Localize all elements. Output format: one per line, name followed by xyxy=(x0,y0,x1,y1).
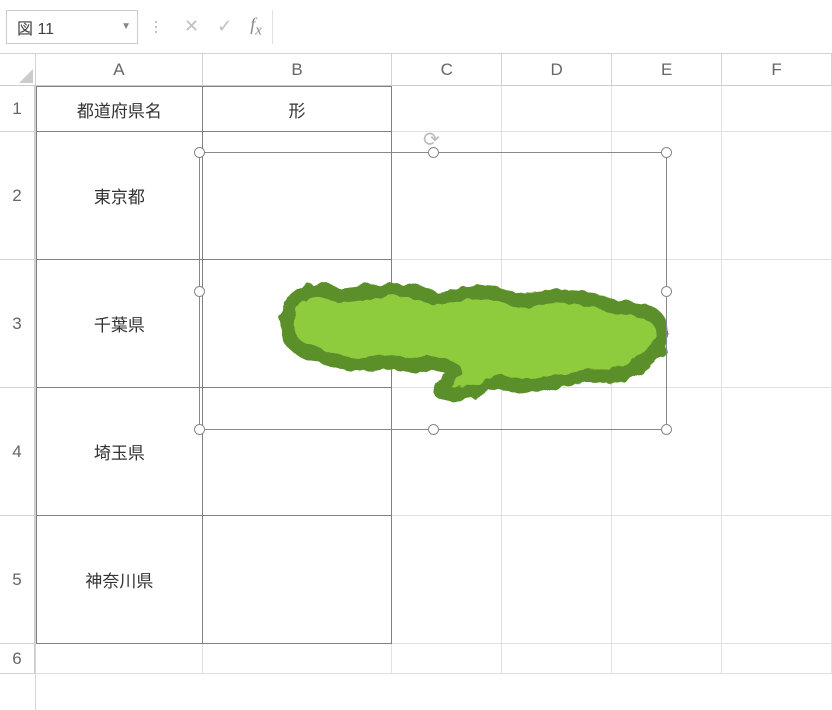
cell-b1[interactable]: 形 xyxy=(203,86,392,132)
chevron-down-icon[interactable]: ▼ xyxy=(121,21,131,32)
cell-b6[interactable] xyxy=(203,644,393,674)
select-all-corner[interactable] xyxy=(0,54,36,86)
formula-bar: 図 11 ▼ ✕ ✓ fx xyxy=(0,0,832,54)
col-header-f[interactable]: F xyxy=(722,54,832,86)
cell-e6[interactable] xyxy=(612,644,722,674)
cell-d2[interactable] xyxy=(502,132,612,260)
formula-input[interactable] xyxy=(272,10,832,44)
cell-d1[interactable] xyxy=(502,86,612,132)
name-box[interactable]: 図 11 ▼ xyxy=(6,10,138,44)
fx-icon[interactable]: fx xyxy=(250,14,262,40)
table-row: 神奈川県 xyxy=(36,516,832,644)
table-row xyxy=(36,644,832,674)
col-header-d[interactable]: D xyxy=(502,54,612,86)
cells-area[interactable]: 都道府県名 形 東京都 千葉県 埼玉県 xyxy=(36,86,832,710)
cell-f2[interactable] xyxy=(722,132,832,260)
row-header-5[interactable]: 5 xyxy=(0,516,35,644)
col-header-b[interactable]: B xyxy=(203,54,393,86)
row-header-2[interactable]: 2 xyxy=(0,132,35,260)
cell-a3[interactable]: 千葉県 xyxy=(36,260,203,388)
cell-e1[interactable] xyxy=(612,86,722,132)
cell-c5[interactable] xyxy=(392,516,502,644)
row-header-4[interactable]: 4 xyxy=(0,388,35,516)
table-row: 都道府県名 形 xyxy=(36,86,832,132)
row-header-6[interactable]: 6 xyxy=(0,644,35,674)
cell-b5[interactable] xyxy=(203,516,392,644)
cell-b2[interactable] xyxy=(203,132,392,260)
cell-f1[interactable] xyxy=(722,86,832,132)
column-headers: A B C D E F xyxy=(36,54,832,86)
divider-icon xyxy=(146,21,166,33)
cell-a5[interactable]: 神奈川県 xyxy=(36,516,203,644)
spreadsheet-grid: A B C D E F 1 2 3 4 5 6 都道府県名 形 東京都 xyxy=(0,54,832,710)
table-row: 東京都 xyxy=(36,132,832,260)
col-header-a[interactable]: A xyxy=(36,54,203,86)
cell-e5[interactable] xyxy=(612,516,722,644)
row-header-1[interactable]: 1 xyxy=(0,86,35,132)
cell-f4[interactable] xyxy=(722,388,832,516)
row-header-3[interactable]: 3 xyxy=(0,260,35,388)
cancel-icon: ✕ xyxy=(184,16,199,37)
cell-f3[interactable] xyxy=(722,260,832,388)
cell-a4[interactable]: 埼玉県 xyxy=(36,388,203,516)
col-header-c[interactable]: C xyxy=(392,54,502,86)
cell-c6[interactable] xyxy=(392,644,502,674)
cell-d6[interactable] xyxy=(502,644,612,674)
cell-f6[interactable] xyxy=(722,644,832,674)
col-header-e[interactable]: E xyxy=(612,54,722,86)
name-box-value: 図 11 xyxy=(17,15,54,39)
map-shape-tokyo[interactable] xyxy=(260,251,680,431)
cell-d5[interactable] xyxy=(502,516,612,644)
cell-e2[interactable] xyxy=(612,132,722,260)
row-headers: 1 2 3 4 5 6 xyxy=(0,54,36,710)
cell-a1[interactable]: 都道府県名 xyxy=(36,86,203,132)
cell-c2[interactable] xyxy=(392,132,502,260)
check-icon: ✓ xyxy=(217,16,232,37)
cell-a2[interactable]: 東京都 xyxy=(36,132,203,260)
cell-f5[interactable] xyxy=(722,516,832,644)
cell-c1[interactable] xyxy=(392,86,502,132)
formula-controls: ✕ ✓ fx xyxy=(174,14,272,40)
cell-a6[interactable] xyxy=(36,644,203,674)
